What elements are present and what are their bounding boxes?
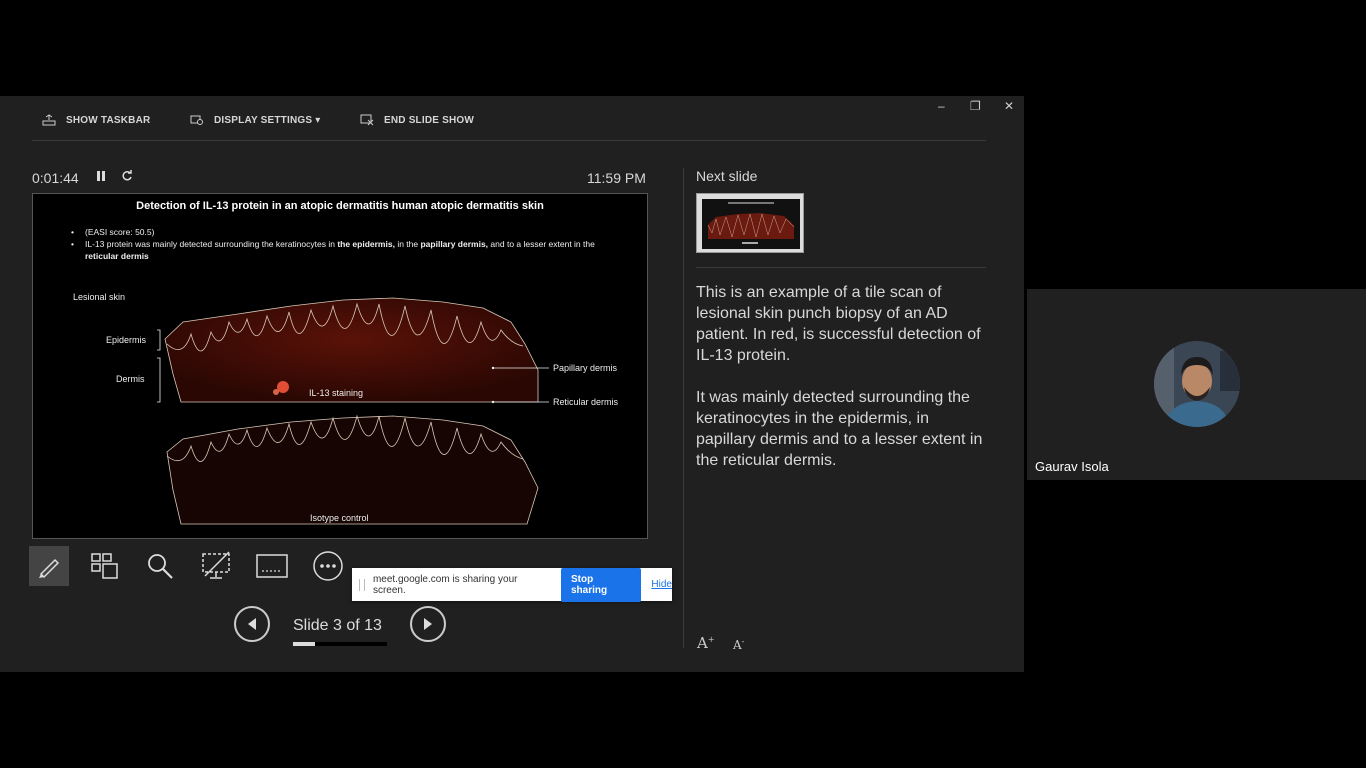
chevron-left-icon	[248, 618, 256, 630]
show-taskbar-label: SHOW TASKBAR	[66, 114, 151, 126]
restore-button[interactable]: ❐	[970, 99, 981, 113]
end-slide-show-label: END SLIDE SHOW	[384, 114, 475, 126]
participant-tile[interactable]: Gaurav Isola	[1027, 289, 1366, 480]
dermis-label: Dermis	[116, 374, 145, 384]
isotype-tissue-section	[166, 415, 539, 525]
speaker-notes: This is an example of a tile scan of les…	[696, 282, 986, 492]
drag-handle-icon[interactable]	[359, 578, 365, 591]
end-show-icon	[360, 114, 374, 126]
stop-sharing-button[interactable]: Stop sharing	[561, 567, 642, 602]
elapsed-timer: 0:01:44	[32, 170, 79, 186]
next-slide-preview	[702, 199, 800, 249]
zoom-button[interactable]	[140, 546, 180, 586]
isotype-control-label: Isotype control	[310, 513, 369, 523]
participant-photo	[1154, 341, 1240, 427]
close-button[interactable]: ✕	[1004, 99, 1014, 113]
slide-counter: Slide 3 of 13	[293, 617, 382, 634]
lesional-tissue-section	[164, 297, 539, 403]
restart-timer-icon[interactable]	[121, 170, 133, 185]
presenter-toolbar: SHOW TASKBAR DISPLAY SETTINGS ▾ END SLID…	[0, 96, 1024, 142]
sharing-message: meet.google.com is sharing your screen.	[372, 573, 518, 596]
notes-paragraph: This is an example of a tile scan of les…	[696, 284, 981, 364]
increase-font-glyph: A	[697, 634, 708, 652]
il13-staining-label: IL-13 staining	[309, 388, 364, 398]
ellipsis-icon	[313, 551, 343, 581]
subtitles-icon	[256, 554, 288, 578]
magnifier-icon	[148, 554, 173, 579]
decrease-font-button[interactable]: A-	[733, 637, 744, 652]
epidermis-bracket	[157, 329, 161, 351]
subtitles-button[interactable]	[252, 546, 292, 586]
participant-name: Gaurav Isola	[1035, 459, 1109, 474]
next-slide-button[interactable]	[410, 606, 446, 642]
notes-divider	[696, 267, 986, 268]
participant-avatar	[1154, 341, 1240, 427]
black-screen-button[interactable]	[196, 546, 236, 586]
current-slide: Detection of IL-13 protein in an atopic …	[32, 193, 648, 539]
screen-share-bar: meet.google.com is sharing your screen. …	[352, 567, 672, 602]
next-slide-label: Next slide	[696, 168, 758, 184]
pen-icon	[39, 558, 60, 579]
il13-staining-spot	[273, 389, 279, 395]
current-time: 11:59 PM	[587, 170, 646, 186]
more-options-button[interactable]	[308, 546, 348, 586]
chevron-right-icon	[424, 618, 432, 630]
show-taskbar-button[interactable]: SHOW TASKBAR	[42, 114, 150, 126]
screen-off-icon	[202, 551, 230, 579]
papillary-dermis-label: Papillary dermis	[553, 363, 618, 373]
pen-tool-button[interactable]	[29, 546, 69, 586]
see-all-slides-button[interactable]	[84, 546, 124, 586]
increase-font-button[interactable]: A+	[697, 634, 715, 652]
panel-divider	[683, 168, 684, 648]
previous-slide-button[interactable]	[234, 606, 270, 642]
slide-progress-fill	[293, 642, 315, 646]
decrease-font-glyph: A	[733, 638, 742, 652]
slide-progress-bar	[293, 642, 387, 646]
display-settings-icon	[190, 115, 203, 125]
pause-icon[interactable]	[96, 170, 106, 185]
dermis-bracket	[157, 357, 161, 403]
display-settings-button[interactable]: DISPLAY SETTINGS ▾	[190, 114, 320, 126]
epidermis-label: Epidermis	[106, 335, 147, 345]
toolbar-divider	[32, 140, 986, 141]
notes-paragraph: It was mainly detected surrounding the k…	[696, 389, 983, 469]
grid-slides-icon	[91, 553, 118, 579]
reticular-dermis-label: Reticular dermis	[553, 397, 619, 407]
end-slide-show-button[interactable]: END SLIDE SHOW	[360, 114, 474, 126]
hide-link[interactable]: Hide	[651, 579, 672, 590]
next-slide-thumbnail[interactable]	[696, 193, 804, 253]
display-settings-label: DISPLAY SETTINGS ▾	[214, 114, 321, 126]
taskbar-icon	[42, 114, 56, 126]
minimize-button[interactable]: –	[938, 99, 945, 113]
